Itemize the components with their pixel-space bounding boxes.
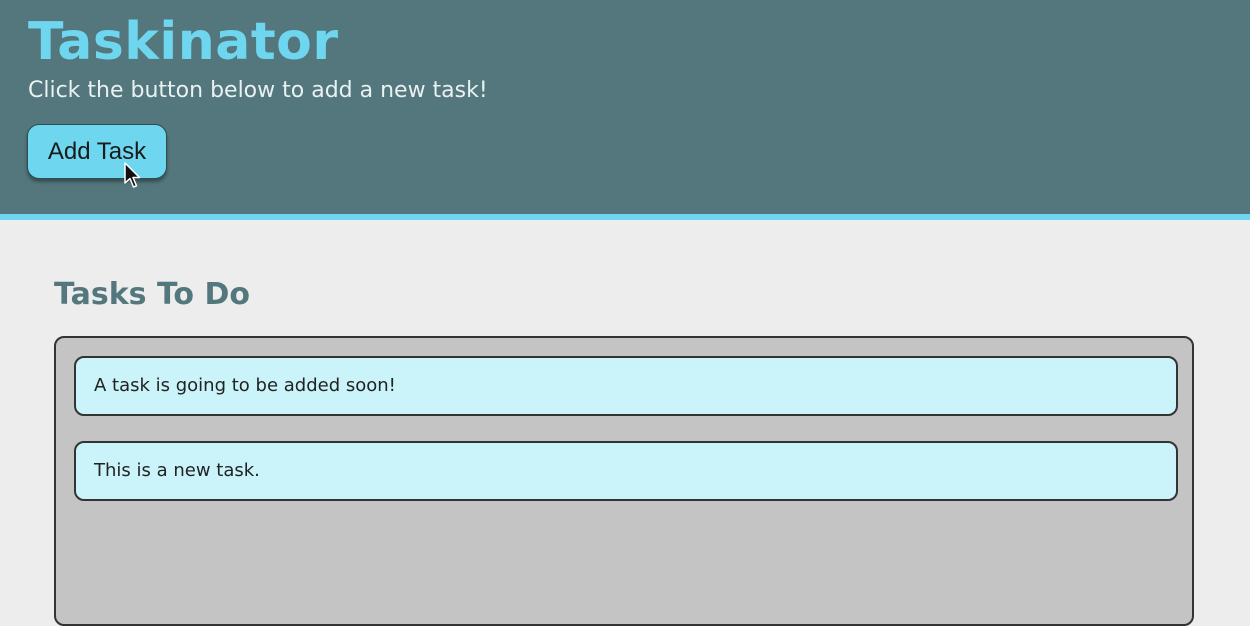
app-title: Taskinator	[28, 12, 339, 72]
mouse-pointer-icon	[124, 162, 141, 188]
add-task-button[interactable]: Add Task	[27, 124, 167, 179]
task-item[interactable]: This is a new task.	[74, 441, 1178, 501]
page-header: Taskinator Click the button below to add…	[0, 0, 1250, 220]
task-list: A task is going to be added soon! This i…	[54, 336, 1194, 626]
section-title-tasks-to-do: Tasks To Do	[54, 277, 250, 312]
task-item[interactable]: A task is going to be added soon!	[74, 356, 1178, 416]
header-subtitle: Click the button below to add a new task…	[28, 78, 488, 103]
